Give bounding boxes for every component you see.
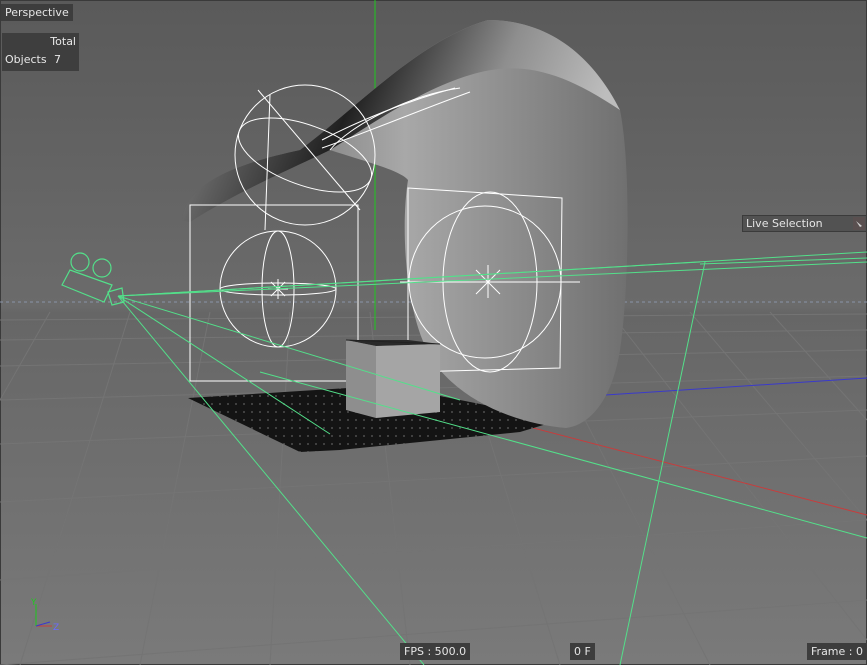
live-selection-dropdown[interactable]: Live Selection	[742, 215, 867, 232]
perspective-viewport[interactable]: Perspective Total Objects 7 Live Selecti…	[0, 0, 867, 665]
frame-readout: Frame : 0	[807, 643, 867, 660]
axis-gizmo-icon: Y Z	[28, 596, 68, 636]
axis-z-label: Z	[53, 623, 59, 633]
stats-header: Total	[50, 35, 76, 48]
frame-offset-readout: 0 F	[570, 643, 595, 660]
viewport-name-label[interactable]: Perspective	[1, 4, 73, 21]
objects-count: 7	[54, 53, 61, 66]
cube-object	[345, 339, 441, 418]
dropdown-arrow-icon[interactable]	[853, 217, 865, 230]
axis-y-label: Y	[30, 598, 37, 608]
stats-panel: Total Objects 7	[2, 33, 79, 71]
objects-label: Objects	[5, 53, 47, 66]
live-selection-label: Live Selection	[746, 217, 823, 230]
fps-readout: FPS : 500.0	[400, 643, 471, 660]
scene-canvas[interactable]	[0, 0, 867, 665]
